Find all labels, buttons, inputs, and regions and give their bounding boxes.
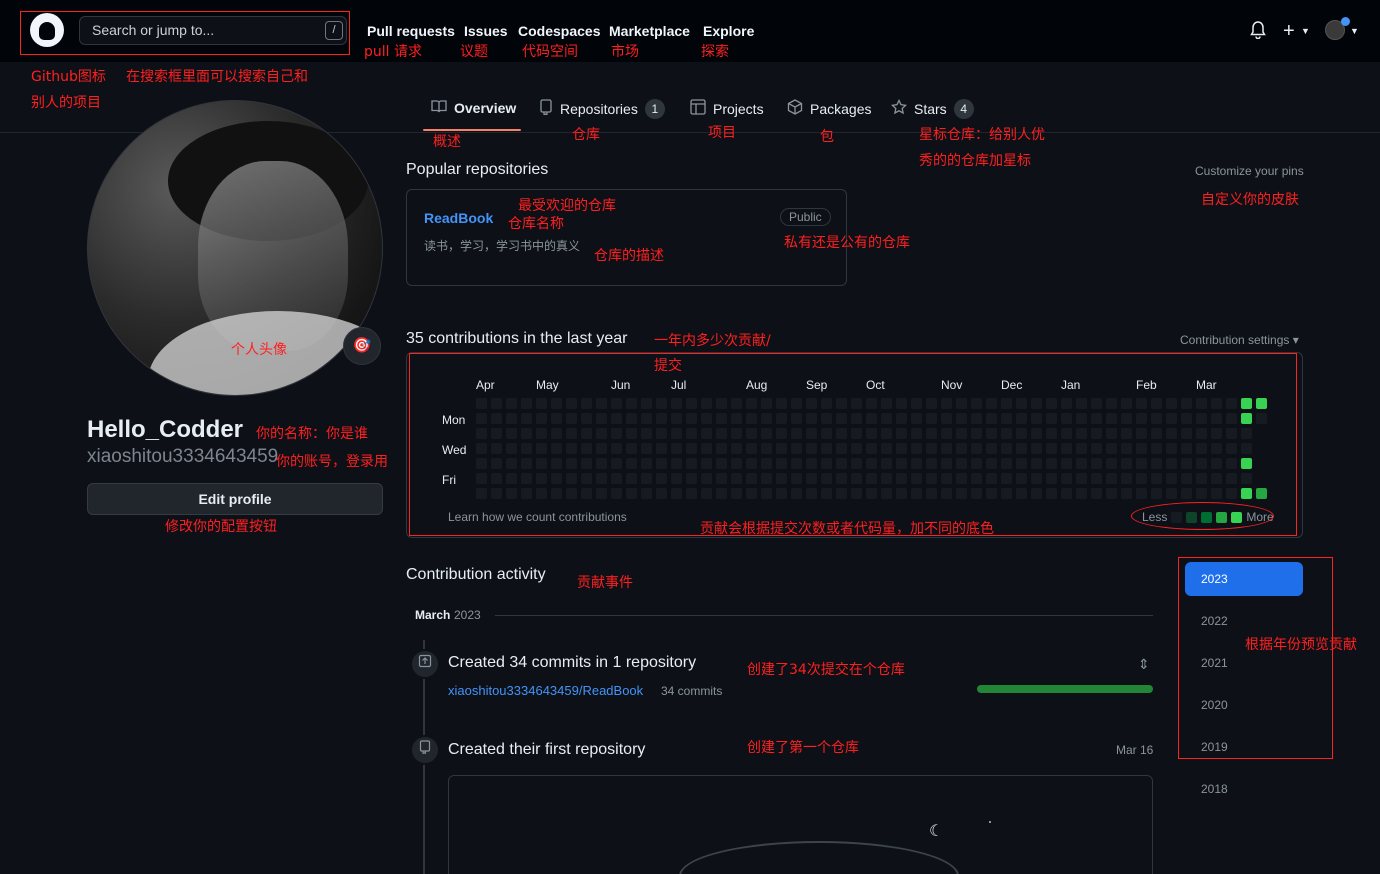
annotation-login: 你的账号，登录用 bbox=[276, 454, 388, 470]
commit-repo-link[interactable]: xiaoshitou3334643459/ReadBook bbox=[448, 683, 643, 698]
annotation-repo-desc: 仓库的描述 bbox=[594, 248, 664, 264]
contributions-title: 35 contributions in the last year bbox=[406, 330, 628, 347]
commit-count[interactable]: 34 commits bbox=[661, 684, 722, 698]
tab-stars[interactable]: Stars 4 bbox=[890, 98, 974, 119]
contribution-activity-title: Contribution activity bbox=[406, 566, 546, 583]
profile-name: Hello_Codder bbox=[87, 416, 244, 443]
annotation-activity: 贡献事件 bbox=[577, 575, 633, 591]
annotation-explore: 探索 bbox=[701, 44, 729, 60]
annotation-search-1: 在搜索框里面可以搜索自己和 bbox=[126, 69, 308, 85]
annotation-box-header bbox=[20, 11, 350, 55]
annotation-packages: 包 bbox=[820, 129, 834, 145]
annotation-projects: 项目 bbox=[708, 125, 736, 141]
illustration-orbit bbox=[679, 841, 959, 874]
chevron-down-icon[interactable]: ▼ bbox=[1301, 26, 1310, 36]
profile-login: xiaoshitou3334643459 bbox=[87, 446, 279, 467]
annotation-github-icon: Github图标 bbox=[31, 69, 106, 85]
nav-marketplace[interactable]: Marketplace bbox=[609, 23, 690, 39]
first-repo-illustration-card: ☾ bbox=[448, 775, 1153, 874]
annotation-visibility: 私有还是公有的仓库 bbox=[784, 235, 910, 251]
year-2018[interactable]: 2018 bbox=[1185, 772, 1303, 806]
nav-explore[interactable]: Explore bbox=[703, 23, 754, 39]
annotation-stars-2: 秀的的仓库加星标 bbox=[919, 153, 1031, 169]
annotation-name: 你的名称：你是谁 bbox=[256, 426, 368, 442]
tab-overview-label: Overview bbox=[454, 100, 517, 116]
annotation-popular: 最受欢迎的仓库 bbox=[518, 198, 616, 214]
first-repo-event-title: Created their first repository bbox=[448, 741, 646, 758]
annotation-customize: 自定义你的皮肤 bbox=[1201, 192, 1299, 208]
nav-pull-requests[interactable]: Pull requests bbox=[367, 23, 455, 39]
annotation-box-years bbox=[1178, 557, 1333, 759]
annotation-search-2: 别人的项目 bbox=[31, 95, 101, 111]
tab-overview[interactable]: Overview bbox=[431, 99, 516, 117]
customize-pins-link[interactable]: Customize your pins bbox=[1195, 164, 1304, 178]
activity-month: March bbox=[415, 608, 451, 622]
nav-codespaces[interactable]: Codespaces bbox=[518, 23, 600, 39]
nav-issues[interactable]: Issues bbox=[464, 23, 508, 39]
activity-month-year: 2023 bbox=[454, 608, 481, 622]
create-new-plus-icon[interactable]: + bbox=[1283, 20, 1295, 43]
annotation-avatar: 个人头像 bbox=[231, 342, 287, 358]
commit-progress-bar bbox=[977, 685, 1153, 693]
annotation-edit: 修改你的配置按钮 bbox=[165, 519, 277, 535]
annotation-ellipse-legend bbox=[1131, 502, 1274, 530]
stars-count-badge: 4 bbox=[953, 99, 974, 119]
first-repo-date: Mar 16 bbox=[1116, 743, 1154, 757]
set-status-icon[interactable]: 🎯 bbox=[343, 327, 381, 365]
repo-name-link[interactable]: ReadBook bbox=[424, 210, 493, 226]
annotation-color: 贡献会根据提交次数或者代码量，加不同的底色 bbox=[700, 521, 994, 537]
annotation-years: 根据年份预览贡献 bbox=[1245, 637, 1357, 653]
package-icon bbox=[787, 99, 803, 119]
status-dot bbox=[1341, 17, 1350, 26]
bell-icon[interactable] bbox=[1250, 21, 1266, 44]
commits-event-title[interactable]: Created 34 commits in 1 repository bbox=[448, 654, 696, 672]
annotation-repo-name: 仓库名称 bbox=[508, 216, 564, 232]
tab-projects-label: Projects bbox=[713, 101, 764, 117]
tab-repositories-label: Repositories bbox=[560, 101, 638, 117]
annotation-pull: pull 请求 bbox=[364, 44, 422, 60]
moon-icon: ☾ bbox=[929, 823, 944, 840]
annotation-commits: 创建了34次提交在个仓库 bbox=[747, 662, 905, 678]
annotation-codespaces: 代码空间 bbox=[522, 44, 578, 60]
repositories-count-badge: 1 bbox=[644, 99, 665, 119]
collapse-icon[interactable]: ⇕ bbox=[1138, 656, 1150, 673]
annotation-marketplace: 市场 bbox=[611, 44, 639, 60]
annotation-contrib-2: 提交 bbox=[654, 358, 682, 374]
tab-stars-label: Stars bbox=[914, 101, 947, 117]
popular-repositories-title: Popular repositories bbox=[406, 161, 549, 178]
visibility-badge: Public bbox=[780, 208, 831, 226]
annotation-overview: 概述 bbox=[433, 134, 461, 150]
repo-created-icon bbox=[410, 735, 440, 765]
annotation-first-repo: 创建了第一个仓库 bbox=[747, 740, 859, 756]
star-icon bbox=[890, 98, 908, 119]
avatar-chevron-down-icon[interactable]: ▼ bbox=[1350, 26, 1359, 36]
annotation-stars-1: 星标仓库：给别人优 bbox=[919, 127, 1045, 143]
annotation-contrib-1: 一年内多少次贡献/ bbox=[654, 333, 771, 349]
push-icon bbox=[410, 649, 440, 679]
book-icon bbox=[431, 99, 447, 117]
annotation-repos: 仓库 bbox=[572, 127, 600, 143]
tab-packages[interactable]: Packages bbox=[787, 99, 871, 119]
tab-repositories[interactable]: Repositories 1 bbox=[539, 99, 665, 119]
annotation-issues: 议题 bbox=[460, 44, 488, 60]
edit-profile-button[interactable]: Edit profile bbox=[87, 483, 383, 515]
tab-packages-label: Packages bbox=[810, 101, 872, 117]
contribution-settings-dropdown[interactable]: Contribution settings ▾ bbox=[1180, 333, 1299, 347]
table-icon bbox=[690, 99, 706, 119]
repo-icon bbox=[539, 99, 553, 119]
tab-projects[interactable]: Projects bbox=[690, 99, 764, 119]
star-dot bbox=[989, 821, 991, 823]
month-divider bbox=[495, 615, 1153, 616]
repo-description: 读书，学习，学习书中的真义 bbox=[424, 239, 581, 253]
